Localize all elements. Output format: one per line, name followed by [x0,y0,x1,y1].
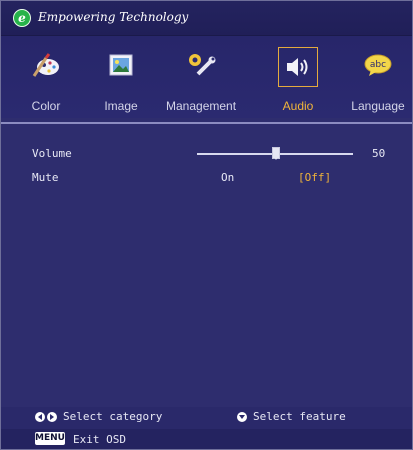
tab-audio-label: Audio [282,99,314,113]
brand-logo-icon: e [13,9,31,27]
osd-header: e Empowering Technology [1,1,412,36]
mute-option-off[interactable]: [Off] [298,171,331,184]
volume-value: 50 [372,147,386,160]
arrow-right-icon [47,412,57,422]
select-feature-hint: Select feature [253,410,346,423]
tab-image-label: Image [104,99,138,113]
audio-speaker-icon [278,47,318,87]
tab-audio[interactable]: Audio [263,36,333,118]
arrow-down-icon [237,412,247,422]
tab-image[interactable]: Image [86,36,156,118]
exit-osd-hint: Exit OSD [73,433,126,446]
brand-text: Empowering Technology [38,10,189,24]
svg-text:abc: abc [370,60,386,70]
footer-hints: Select category Select feature [1,407,412,429]
tab-language-label: Language [351,99,405,113]
settings-panel [1,124,412,407]
osd-menu-window: e Empowering Technology Color Image Mana… [0,0,413,450]
image-picture-icon [104,48,138,82]
management-tools-icon [184,48,218,82]
language-bubble-icon: abc [361,48,395,82]
select-category-hint: Select category [63,410,163,423]
tab-management-label: Management [166,99,237,113]
color-palette-icon [29,48,63,82]
mute-label: Mute [32,171,59,184]
volume-slider-handle[interactable] [272,147,280,160]
mute-option-on[interactable]: On [221,171,234,184]
tab-color[interactable]: Color [11,36,81,118]
arrow-left-icon [35,412,45,422]
tab-management[interactable]: Management [166,36,236,118]
tab-language[interactable]: abc Language [343,36,413,118]
tab-color-label: Color [31,99,61,113]
category-tabs: Color Image Management Audio abc Languag… [1,36,412,118]
menu-key-icon: MENU [35,432,65,445]
volume-label: Volume [32,147,72,160]
